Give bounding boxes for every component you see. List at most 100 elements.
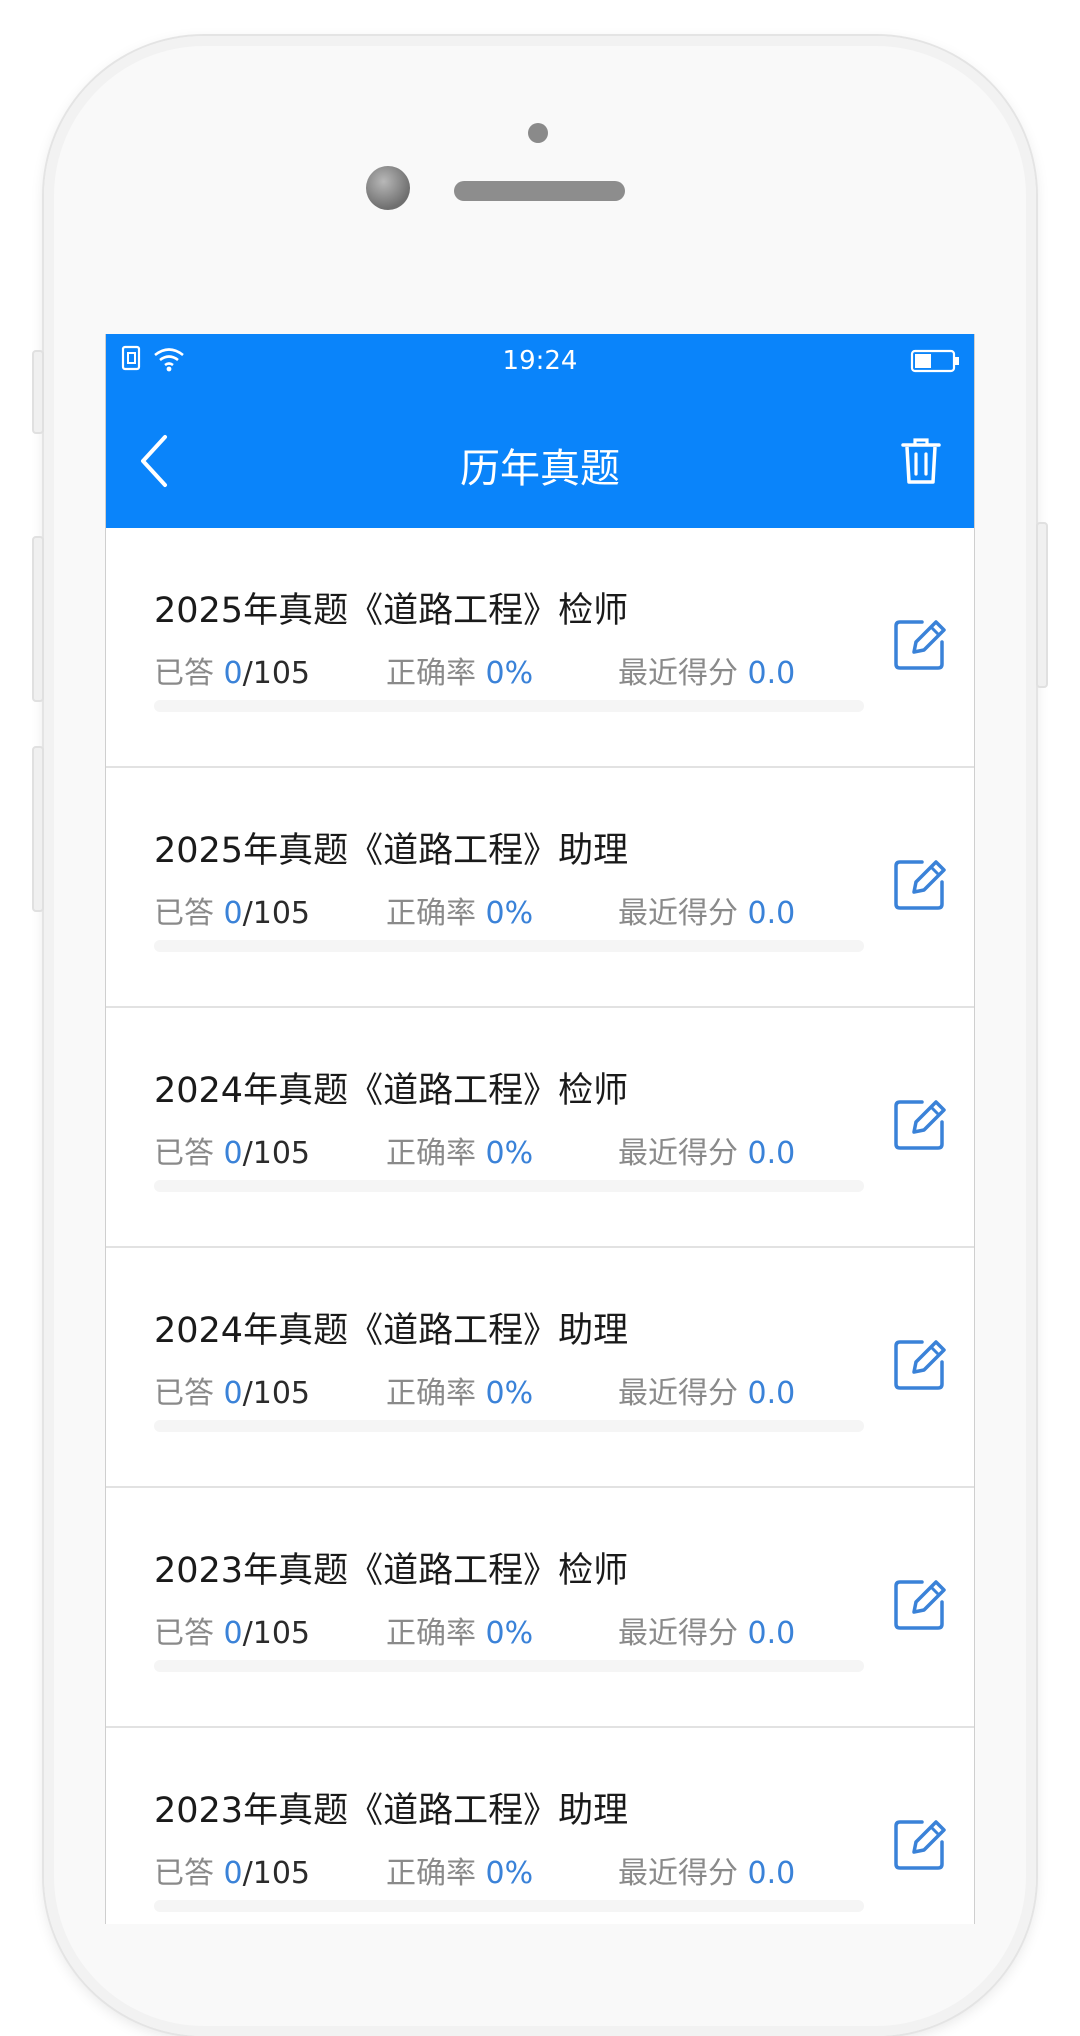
score-label: 最近得分 (618, 896, 738, 931)
volume-down-button (32, 746, 44, 912)
edit-icon (894, 1100, 946, 1150)
exam-list-item[interactable]: 2024年真题《道路工程》检师 已答 0/105 正确率 0% 最近得分 0.0 (106, 1008, 974, 1248)
start-exam-button[interactable] (892, 856, 948, 912)
accuracy-stat: 正确率 0% (386, 1608, 533, 1652)
answered-label: 已答 (154, 1616, 214, 1651)
progress-bar (154, 1900, 864, 1912)
edit-icon (894, 1820, 946, 1870)
edit-icon (894, 860, 946, 910)
score-value: 0.0 (747, 1136, 796, 1171)
front-sensor (528, 123, 548, 143)
accuracy-value: 0% (485, 1376, 534, 1411)
exam-list-item[interactable]: 2023年真题《道路工程》助理 已答 0/105 正确率 0% 最近得分 0.0 (106, 1728, 974, 1924)
answered-total: /105 (242, 896, 311, 931)
edit-icon (894, 1580, 946, 1630)
accuracy-stat: 正确率 0% (386, 648, 533, 692)
start-exam-button[interactable] (892, 1336, 948, 1392)
trash-icon (901, 438, 941, 484)
score-label: 最近得分 (618, 1136, 738, 1171)
score-value: 0.0 (747, 1616, 796, 1651)
start-exam-button[interactable] (892, 1816, 948, 1872)
answered-count: 0 (223, 1616, 243, 1651)
progress-bar (154, 940, 864, 952)
accuracy-label: 正确率 (386, 1136, 476, 1171)
accuracy-label: 正确率 (386, 1376, 476, 1411)
accuracy-value: 0% (485, 1616, 534, 1651)
accuracy-label: 正确率 (386, 1856, 476, 1891)
answered-stat: 已答 0/105 (154, 1848, 310, 1892)
delete-button[interactable] (886, 426, 956, 496)
answered-count: 0 (223, 896, 243, 931)
score-label: 最近得分 (618, 656, 738, 691)
answered-total: /105 (242, 1856, 311, 1891)
exam-list-item[interactable]: 2025年真题《道路工程》助理 已答 0/105 正确率 0% 最近得分 0.0 (106, 768, 974, 1008)
page-title: 历年真题 (460, 446, 620, 492)
accuracy-stat: 正确率 0% (386, 888, 533, 932)
score-stat: 最近得分 0.0 (618, 648, 795, 692)
answered-total: /105 (242, 1616, 311, 1651)
start-exam-button[interactable] (892, 616, 948, 672)
score-label: 最近得分 (618, 1616, 738, 1651)
progress-bar (154, 1420, 864, 1432)
answered-label: 已答 (154, 896, 214, 931)
progress-bar (154, 1660, 864, 1672)
answered-total: /105 (242, 1376, 311, 1411)
answered-stat: 已答 0/105 (154, 888, 310, 932)
exam-list-item[interactable]: 2023年真题《道路工程》检师 已答 0/105 正确率 0% 最近得分 0.0 (106, 1488, 974, 1728)
accuracy-label: 正确率 (386, 656, 476, 691)
answered-count: 0 (223, 1136, 243, 1171)
progress-bar (154, 700, 864, 712)
accuracy-value: 0% (485, 656, 534, 691)
start-exam-button[interactable] (892, 1576, 948, 1632)
answered-stat: 已答 0/105 (154, 1368, 310, 1412)
answered-count: 0 (223, 1376, 243, 1411)
score-stat: 最近得分 0.0 (618, 1608, 795, 1652)
score-stat: 最近得分 0.0 (618, 1848, 795, 1892)
volume-up-button (32, 536, 44, 702)
accuracy-stat: 正确率 0% (386, 1848, 533, 1892)
start-exam-button[interactable] (892, 1096, 948, 1152)
score-stat: 最近得分 0.0 (618, 1128, 795, 1172)
mute-switch (32, 350, 44, 434)
exam-list-item[interactable]: 2025年真题《道路工程》检师 已答 0/105 正确率 0% 最近得分 0.0 (106, 528, 974, 768)
answered-label: 已答 (154, 656, 214, 691)
battery-icon (910, 348, 960, 378)
exam-title: 2023年真题《道路工程》检师 (154, 1551, 629, 1591)
answered-count: 0 (223, 656, 243, 691)
answered-label: 已答 (154, 1136, 214, 1171)
answered-count: 0 (223, 1856, 243, 1891)
edit-icon (894, 1340, 946, 1390)
status-bar: 19:24 (106, 334, 974, 394)
answered-stat: 已答 0/105 (154, 648, 310, 692)
nav-bar: 历年真题 (106, 394, 974, 528)
accuracy-value: 0% (485, 1856, 534, 1891)
exam-title: 2025年真题《道路工程》助理 (154, 831, 629, 871)
answered-stat: 已答 0/105 (154, 1128, 310, 1172)
exam-title: 2025年真题《道路工程》检师 (154, 591, 629, 631)
score-value: 0.0 (747, 1376, 796, 1411)
earpiece-speaker (454, 181, 625, 201)
accuracy-label: 正确率 (386, 896, 476, 931)
status-time: 19:24 (502, 346, 578, 376)
progress-bar (154, 1180, 864, 1192)
answered-total: /105 (242, 656, 311, 691)
score-value: 0.0 (747, 896, 796, 931)
accuracy-label: 正确率 (386, 1616, 476, 1651)
accuracy-stat: 正确率 0% (386, 1368, 533, 1412)
score-stat: 最近得分 0.0 (618, 888, 795, 932)
score-value: 0.0 (747, 656, 796, 691)
exam-list-item[interactable]: 2024年真题《道路工程》助理 已答 0/105 正确率 0% 最近得分 0.0 (106, 1248, 974, 1488)
accuracy-value: 0% (485, 896, 534, 931)
score-value: 0.0 (747, 1856, 796, 1891)
power-button (1036, 522, 1048, 688)
answered-label: 已答 (154, 1856, 214, 1891)
accuracy-stat: 正确率 0% (386, 1128, 533, 1172)
exam-title: 2023年真题《道路工程》助理 (154, 1791, 629, 1831)
front-camera (366, 166, 410, 210)
answered-label: 已答 (154, 1376, 214, 1411)
exam-title: 2024年真题《道路工程》助理 (154, 1311, 629, 1351)
app-screen: 19:24 历年真题 2025年真题《道路工程》检师 已答 0/105 正确率 … (105, 334, 975, 1924)
score-label: 最近得分 (618, 1376, 738, 1411)
answered-stat: 已答 0/105 (154, 1608, 310, 1652)
answered-total: /105 (242, 1136, 311, 1171)
